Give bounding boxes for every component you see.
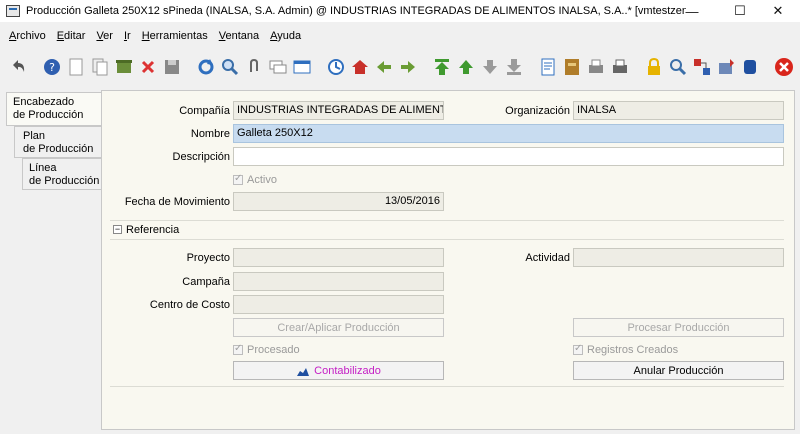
workflow-icon[interactable] <box>692 57 712 77</box>
activo-label: Activo <box>247 174 277 186</box>
menu-herramientas[interactable]: Herramientas <box>142 30 208 42</box>
referencia-label: Referencia <box>126 223 180 236</box>
title-bar: Producción Galleta 250X12 sPineda (INALS… <box>0 0 800 22</box>
campana-field[interactable] <box>233 272 444 291</box>
previous-icon[interactable] <box>374 57 394 77</box>
help-icon[interactable]: ? <box>42 57 62 77</box>
tab-label-line2: de Producción <box>13 109 84 121</box>
next-record-icon[interactable] <box>480 57 500 77</box>
checkbox-box <box>573 343 583 355</box>
actividad-label: Actividad <box>525 252 570 264</box>
centro-costo-field[interactable] <box>233 295 444 314</box>
section-divider <box>110 239 784 240</box>
posted-chart-icon <box>297 367 310 376</box>
descripcion-label: Descripción <box>172 151 230 163</box>
organizacion-label: Organización <box>505 105 570 117</box>
report-icon[interactable] <box>538 57 558 77</box>
tab-label-line1: Línea <box>29 162 57 174</box>
menu-ir[interactable]: Ir <box>124 30 131 42</box>
proyecto-field[interactable] <box>233 248 444 267</box>
database-icon[interactable] <box>740 57 760 77</box>
delete-icon[interactable] <box>138 57 158 77</box>
tab-label-line2: de Producción <box>23 143 94 155</box>
registros-creados-checkbox[interactable]: Registros Creados <box>573 343 679 356</box>
centro-costo-label: Centro de Costo <box>149 299 230 311</box>
print-icon[interactable] <box>610 57 630 77</box>
checkbox-box <box>233 173 243 185</box>
chat-icon[interactable] <box>268 57 288 77</box>
organizacion-field[interactable]: INALSA <box>573 101 784 120</box>
procesado-checkbox[interactable]: Procesado <box>233 343 300 356</box>
registros-creados-label: Registros Creados <box>587 344 679 356</box>
fecha-movimiento-field[interactable]: 13/05/2016 <box>233 192 444 211</box>
app-icon <box>6 5 20 17</box>
last-record-icon[interactable] <box>504 57 524 77</box>
next-icon[interactable] <box>398 57 418 77</box>
save-icon[interactable] <box>162 57 182 77</box>
toolbar: ? <box>0 52 800 82</box>
menu-ver[interactable]: Ver <box>96 30 113 42</box>
menu-archivo[interactable]: Archivo <box>9 30 46 42</box>
archive-icon[interactable] <box>562 57 582 77</box>
tab-label-line1: Encabezado <box>13 96 75 108</box>
tab-encabezado-produccion[interactable]: Encabezado de Producción <box>6 92 102 126</box>
refresh-icon[interactable] <box>196 57 216 77</box>
exit-icon[interactable] <box>774 57 794 77</box>
compania-label: Compañía <box>179 105 230 117</box>
contabilizado-label: Contabilizado <box>314 364 381 377</box>
first-record-icon[interactable] <box>432 57 452 77</box>
campana-label: Campaña <box>182 276 230 288</box>
collapse-toggle-icon[interactable]: − <box>113 225 122 234</box>
grid-toggle-icon[interactable] <box>292 57 312 77</box>
tab-plan-produccion[interactable]: Plan de Producción <box>14 126 102 158</box>
window-title: Producción Galleta 250X12 sPineda (INALS… <box>26 5 686 17</box>
home-icon[interactable] <box>350 57 370 77</box>
tab-label-line1: Plan <box>23 130 46 142</box>
print-preview-icon[interactable] <box>586 57 606 77</box>
process-icon[interactable] <box>716 57 736 77</box>
tab-linea-produccion[interactable]: Línea de Producción <box>22 158 102 190</box>
crear-aplicar-produccion-button[interactable]: Crear/Aplicar Producción <box>233 318 444 337</box>
actividad-field[interactable] <box>573 248 784 267</box>
lock-icon[interactable] <box>644 57 664 77</box>
anular-produccion-button[interactable]: Anular Producción <box>573 361 784 380</box>
procesar-produccion-button[interactable]: Procesar Producción <box>573 318 784 337</box>
zoom-across-icon[interactable] <box>668 57 688 77</box>
history-icon[interactable] <box>326 57 346 77</box>
new-record-icon[interactable] <box>66 57 86 77</box>
undo-icon[interactable] <box>8 57 28 77</box>
close-window-button[interactable]: ✕ <box>756 0 800 22</box>
nombre-label: Nombre <box>190 128 230 140</box>
previous-record-icon[interactable] <box>456 57 476 77</box>
find-icon[interactable] <box>220 57 240 77</box>
descripcion-field[interactable] <box>233 147 784 166</box>
save-archive-icon[interactable] <box>114 57 134 77</box>
attachment-icon[interactable] <box>244 57 264 77</box>
minimize-button[interactable]: — <box>670 0 714 22</box>
nombre-field[interactable]: Galleta 250X12 <box>233 124 784 143</box>
menu-ventana[interactable]: Ventana <box>219 30 259 42</box>
bottom-divider <box>110 386 784 387</box>
menu-ayuda[interactable]: Ayuda <box>270 30 301 42</box>
checkbox-box <box>233 343 243 355</box>
activo-checkbox[interactable]: Activo <box>233 173 277 186</box>
referencia-section-header[interactable]: − Referencia <box>110 220 784 238</box>
copy-record-icon[interactable] <box>90 57 110 77</box>
menu-editar[interactable]: Editar <box>57 30 86 42</box>
compania-field[interactable]: INDUSTRIAS INTEGRADAS DE ALIMENTOS <box>233 101 444 120</box>
svg-text:?: ? <box>49 61 55 74</box>
tab-strip: Encabezado de Producción Plan de Producc… <box>0 90 102 434</box>
fecha-movimiento-label: Fecha de Movimiento <box>124 196 230 208</box>
procesado-label: Procesado <box>247 344 300 356</box>
menu-bar: Archivo Editar Ver Ir Herramientas Venta… <box>0 27 800 45</box>
contabilizado-button[interactable]: Contabilizado <box>233 361 444 380</box>
tab-label-line2: de Producción <box>29 175 100 187</box>
proyecto-label: Proyecto <box>186 252 230 264</box>
